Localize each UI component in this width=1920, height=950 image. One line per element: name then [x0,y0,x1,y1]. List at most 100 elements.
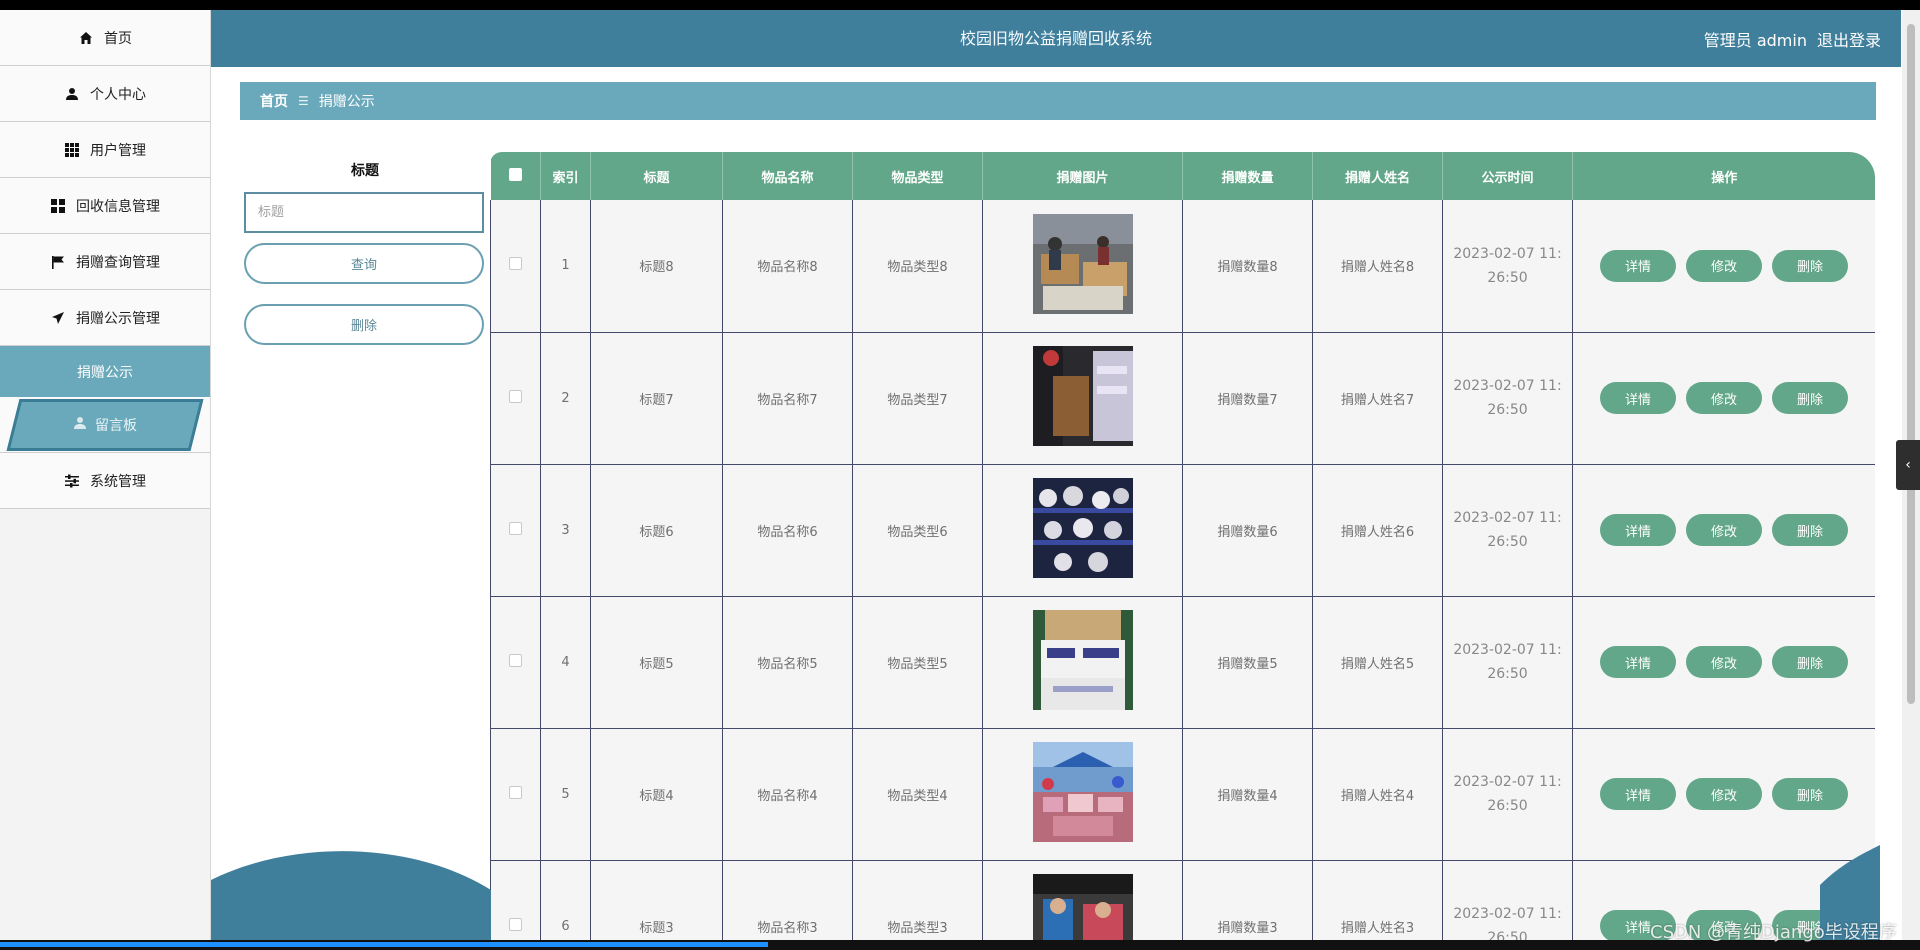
table-row: 2 标题7 物品名称7 物品类型7 捐赠数量7 捐赠人姓名7 2023-02-0… [490,332,1875,465]
sidebar-subitem-label: 留言板 [95,417,137,434]
edit-button[interactable]: 修改 [1686,646,1762,678]
search-panel: 标题 查询 删除 [244,160,486,345]
sidebar-item-donation-query[interactable]: 捐赠查询管理 [0,234,210,290]
cell-quantity: 捐赠数量8 [1182,200,1313,333]
column-header: 操作 [1572,152,1875,200]
breadcrumb-home[interactable]: 首页 [260,91,288,111]
donation-image[interactable] [1032,742,1133,842]
sidebar-item-label: 个人中心 [90,86,146,103]
cell-index: 3 [540,464,591,597]
cell-item-type: 物品类型7 [852,332,983,465]
cell-donor: 捐赠人姓名6 [1312,464,1443,597]
detail-button[interactable]: 详情 [1600,249,1676,282]
detail-button[interactable]: 详情 [1600,382,1676,414]
search-label: 标题 [351,163,379,179]
cell-donor: 捐赠人姓名4 [1312,728,1443,861]
user-icon [64,86,80,102]
detail-button[interactable]: 详情 [1600,646,1676,678]
top-header: 校园旧物公益捐赠回收系统 管理员 admin 退出登录 [211,10,1901,67]
person-icon [73,416,87,434]
data-table-container: 索引 标题 物品名称 物品类型 捐赠图片 捐赠数量 捐赠人姓名 公示时间 操作 … [490,152,1875,940]
cell-item-name: 物品名称5 [722,596,853,729]
cell-item-name: 物品名称7 [722,332,853,465]
cell-donor: 捐赠人姓名7 [1312,332,1443,465]
column-header: 捐赠图片 [982,152,1183,200]
sidebar-subitem-message-board[interactable]: 留言板 [6,398,204,451]
cell-time: 2023-02-07 11: 26:50 [1453,510,1562,550]
sidebar-item-label: 系统管理 [90,473,146,490]
column-header: 物品类型 [852,152,983,200]
progress-fill [0,942,768,947]
current-user: 管理员 admin [1703,30,1807,50]
cell-time: 2023-02-07 11: 26:50 [1453,378,1562,418]
row-checkbox[interactable] [509,389,522,403]
delete-button[interactable]: 删除 [1772,778,1848,810]
send-icon [50,310,66,326]
column-header: 捐赠人姓名 [1312,152,1443,200]
sidebar-item-home[interactable]: 首页 [0,10,210,66]
detail-button[interactable]: 详情 [1600,514,1676,546]
home-icon [78,30,94,46]
row-checkbox[interactable] [509,917,522,931]
detail-button[interactable]: 详情 [1600,778,1676,810]
cell-time: 2023-02-07 11: 26:50 [1453,906,1562,940]
sidebar-item-label: 捐赠查询管理 [76,254,160,271]
donation-image[interactable] [1032,346,1133,446]
cell-item-type: 物品类型6 [852,464,983,597]
logout-link[interactable]: 退出登录 [1817,27,1881,51]
cell-item-type: 物品类型4 [852,728,983,861]
delete-button[interactable]: 删除 [1772,382,1848,414]
cell-item-name: 物品名称8 [722,200,853,333]
delete-button[interactable]: 删除 [1772,249,1848,282]
row-checkbox[interactable] [509,257,522,271]
edit-button[interactable]: 修改 [1686,778,1762,810]
flag-icon [50,254,66,270]
app-title: 校园旧物公益捐赠回收系统 [959,29,1152,48]
cell-title: 标题5 [590,596,723,729]
cell-item-name: 物品名称3 [722,860,853,940]
sidebar-item-label: 首页 [104,30,132,47]
row-checkbox[interactable] [509,521,522,535]
donation-image[interactable] [1032,213,1133,314]
sidebar-item-system[interactable]: 系统管理 [0,453,210,509]
sidebar-item-profile[interactable]: 个人中心 [0,66,210,122]
grid-icon [64,142,80,158]
chevron-left-icon[interactable]: ‹ [1896,440,1920,490]
column-header: 公示时间 [1442,152,1573,200]
sliders-icon [64,473,80,489]
video-progress-bar[interactable] [0,940,1920,950]
delete-button[interactable]: 删除 [1772,646,1848,678]
watermark: CSDN @青纯Django毕设程序 [1650,922,1897,943]
breadcrumb-separator-icon: ☰ [298,94,309,108]
query-button[interactable]: 查询 [244,243,484,284]
app-window: 首页 个人中心 用户管理 回收信息管理 捐赠查询管理 捐赠公示管理 捐赠公示 留… [0,10,1920,940]
dashboard-icon [50,198,66,214]
donation-image[interactable] [1032,478,1133,578]
sidebar-subitem-donation-notice[interactable]: 捐赠公示 [0,346,210,397]
cell-item-type: 物品类型5 [852,596,983,729]
delete-button[interactable]: 删除 [1772,514,1848,546]
sidebar-subitem-message-board-wrap: 留言板 [0,397,210,453]
donation-image[interactable] [1032,874,1133,940]
sidebar-item-recycle[interactable]: 回收信息管理 [0,178,210,234]
sidebar-item-label: 回收信息管理 [76,198,160,215]
sidebar-item-label: 捐赠公示管理 [76,310,160,327]
row-checkbox[interactable] [509,785,522,799]
sidebar-item-donation-notice[interactable]: 捐赠公示管理 [0,290,210,346]
edit-button[interactable]: 修改 [1686,514,1762,546]
donation-image[interactable] [1032,610,1133,710]
cell-quantity: 捐赠数量4 [1182,728,1313,861]
select-all-checkbox[interactable] [508,167,522,181]
cell-title: 标题4 [590,728,723,861]
column-header: 索引 [540,152,591,200]
sidebar-item-users[interactable]: 用户管理 [0,122,210,178]
cell-time: 2023-02-07 11: 26:50 [1453,774,1562,814]
edit-button[interactable]: 修改 [1686,382,1762,414]
row-checkbox[interactable] [509,653,522,667]
cell-time: 2023-02-07 11: 26:50 [1453,245,1562,286]
scrollbar-thumb[interactable] [1907,24,1915,704]
title-search-input[interactable] [244,192,484,233]
batch-delete-button[interactable]: 删除 [244,304,484,345]
edit-button[interactable]: 修改 [1686,249,1762,282]
cell-quantity: 捐赠数量6 [1182,464,1313,597]
